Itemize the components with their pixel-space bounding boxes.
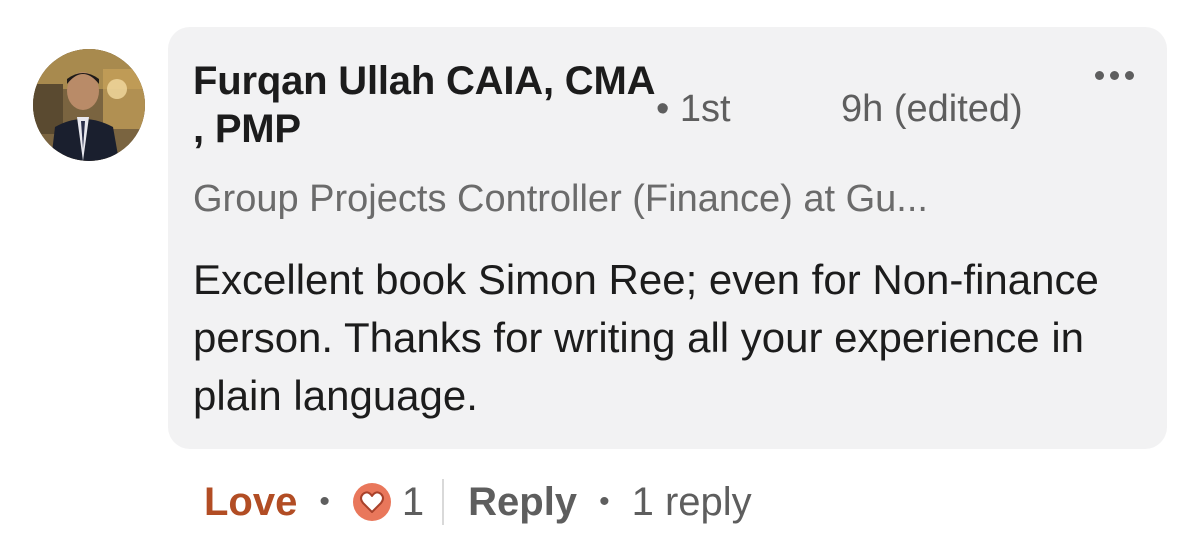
reply-button[interactable]: Reply	[468, 472, 577, 532]
comment-timestamp: 9h (edited)	[841, 88, 1023, 130]
avatar[interactable]	[33, 49, 145, 161]
love-reaction-button[interactable]: Love	[204, 472, 297, 532]
connection-degree: • 1st	[656, 88, 731, 130]
comment-actions: Love • 1 Reply • 1 reply	[204, 472, 752, 532]
separator-dot: •	[319, 485, 330, 518]
author-headline: Group Projects Controller (Finance) at G…	[193, 178, 928, 220]
divider	[442, 479, 445, 525]
heart-reaction-icon[interactable]	[352, 482, 392, 522]
replies-count-link[interactable]: 1 reply	[632, 472, 752, 532]
reaction-count[interactable]: 1	[402, 472, 424, 532]
ellipsis-icon[interactable]	[1093, 69, 1137, 83]
comment: Furqan Ullah CAIA, CMA , PMP • 1st 9h (e…	[0, 0, 1200, 549]
comment-bubble: Furqan Ullah CAIA, CMA , PMP • 1st 9h (e…	[168, 27, 1167, 449]
author-name[interactable]: Furqan Ullah CAIA, CMA , PMP	[193, 57, 663, 153]
comment-text: Excellent book Simon Ree; even for Non-f…	[193, 256, 1099, 419]
profile-photo	[33, 49, 145, 161]
separator-dot: •	[599, 485, 610, 518]
